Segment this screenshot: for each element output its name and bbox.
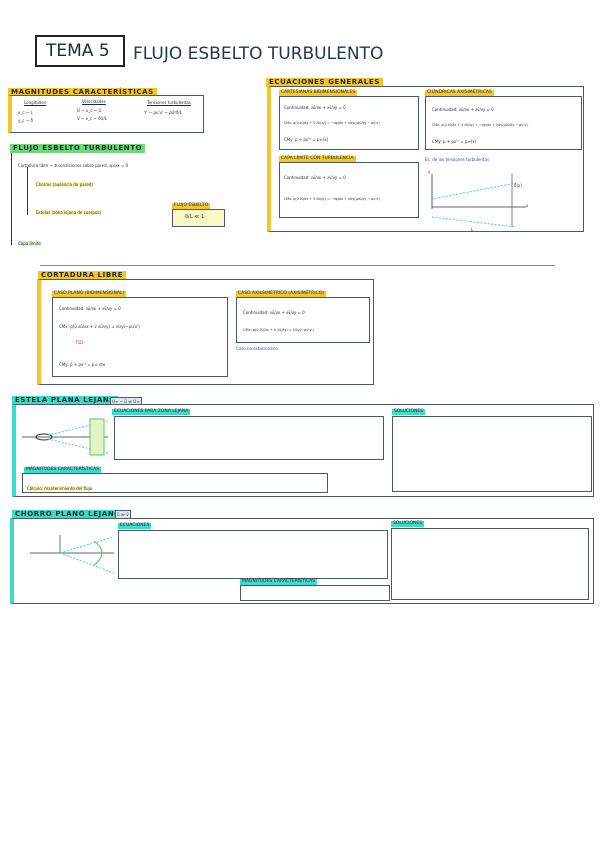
sol-label: Soluciones [391, 521, 425, 527]
cil-box: Continuidad: ∂ū/∂x + ∂v̄/∂y = 0 CMx: ρ(ū… [425, 96, 582, 150]
estela-box: Ecuaciones para zona lejana Magnitudes c… [12, 404, 594, 497]
sol-label: Soluciones [392, 409, 426, 415]
length-label: L [471, 227, 474, 232]
flujo-heading: FLUJO ESBELTO TURBULENTO [10, 144, 146, 153]
plano-box: Continuidad: ∂ū/∂x + ∂v̄/∂y = 0 CMx: ρ(ū… [52, 297, 228, 377]
chorro-eqs-box [118, 530, 388, 579]
esbelto-box: δ/L ≪ 1 [172, 209, 225, 227]
tsd-label: TSD [75, 340, 84, 345]
chorro-magn-box [240, 585, 390, 601]
eq: Continuidad: ∂ū/∂x + ∂v̄/∂y = 0 [59, 306, 121, 311]
eq: Continuidad: ∂ū/∂x + ∂v̄/∂y = 0 [243, 310, 305, 315]
eq: Continuidad: ∂ū/∂x + ∂v̄/∂y = 0 [284, 175, 346, 180]
eq: CMy: p + ρv'² = p∞(x) [284, 137, 329, 142]
note: Ec. de las tensiones turbulentas [425, 157, 490, 162]
chorro-box: Ecuaciones Magnitudes características So… [10, 518, 594, 604]
magnitudes-box: Longitudes Velocidades Tensiones turbule… [8, 95, 204, 133]
eq: CMy: p̄ + ρv'² = p∞ cte [59, 362, 106, 367]
mag-row: x_c ~ L [18, 110, 33, 115]
mag-row: y_c ~ δ [18, 118, 33, 123]
estela-diagram [22, 418, 109, 456]
tree-item: Chorros (ausencia de pared) [36, 182, 93, 187]
tree-item: Cortadura libre → ∄ condiciones sobre pa… [18, 163, 129, 168]
axis-y: y [428, 169, 431, 174]
cl-box: Continuidad: ∂ū/∂x + ∂v̄/∂y = 0 CMx: ρ(ū… [279, 162, 419, 218]
esbelto-eq: δ/L ≪ 1 [185, 214, 205, 220]
eq: CMx: ρ(ū ∂ū/∂x + v̄ ∂ū/∂y) = ∂/∂y(−ρu'v'… [243, 328, 314, 332]
eq: Continuidad: ∂ū/∂x + ∂v̄/∂y = 0 [284, 105, 346, 110]
eqs-label: Ecuaciones [118, 523, 152, 529]
cart-box: Continuidad: ∂ū/∂x + ∂v̄/∂y = 0 CMx: ρ(ū… [279, 96, 419, 150]
eq: CMx: ρ(ū ∂ū/∂x + v̄ ∂ū/∂y) = −dp/dx + ∂/… [284, 197, 381, 201]
eq: Continuidad: ∂ū/∂x + ∂v̄/∂y = 0 [432, 107, 494, 112]
generales-box: Cartesianas bidimensionales Continuidad:… [267, 86, 584, 232]
divider [40, 265, 555, 266]
eq: CMy: p + ρv'² = p∞(x) [432, 139, 477, 144]
mag-row: τ' ~ ρu'v' ~ ρU²δ/L [144, 110, 183, 115]
col-label: Velocidades [82, 99, 106, 104]
delta-label: δ(x) [514, 183, 522, 188]
page-title: FLUJO ESBELTO TURBULENTO [133, 44, 384, 64]
mag-row: U ~ u_c ~ U [77, 108, 102, 113]
eq: CMx: ρ(ū ∂ū/∂x + v̄ ∂ū/∂y) = −dp/dx + ∂/… [432, 123, 529, 127]
estela-magn-box: Cálculo: mantenimiento del flujo [22, 473, 328, 493]
tree-line [11, 153, 12, 245]
tree-item: Estelas (zona lejana de cuerpos) [36, 210, 102, 215]
eq: CMx: ρ(ū ∂ū/∂x + v̄ ∂ū/∂y) = ∂/∂y(−ρu'v'… [59, 324, 140, 329]
estela-eqs-box [114, 416, 384, 460]
eqs-label: Ecuaciones para zona lejana [112, 409, 191, 415]
col-label: Longitudes [24, 100, 46, 105]
chorro-diagram [30, 535, 115, 574]
tree-line [27, 167, 28, 215]
tema-label: TEMA 5 [46, 41, 110, 61]
cortadura-box: Caso plano (bidimensional) Continuidad: … [37, 279, 374, 385]
estela-sol-box [392, 416, 592, 492]
mag-row: V ~ v_c ~ δU/L [77, 116, 108, 121]
axis-x: x [526, 203, 529, 208]
extra: Cálculo: mantenimiento del flujo [27, 486, 93, 491]
caso-label: Caso no estacionario [236, 346, 278, 351]
eq: CMx: ρ(ū ∂ū/∂x + v̄ ∂ū/∂y) = −dp/dx + ∂/… [284, 121, 381, 125]
wake-diagram [431, 173, 526, 228]
col-label: Tensiones turbulentas [147, 100, 191, 105]
axi-box: Continuidad: ∂ū/∂x + ∂v̄/∂y = 0 CMx: ρ(ū… [236, 297, 370, 343]
tree-item: Capa límite [18, 241, 41, 246]
chorro-sol-box [391, 528, 589, 600]
